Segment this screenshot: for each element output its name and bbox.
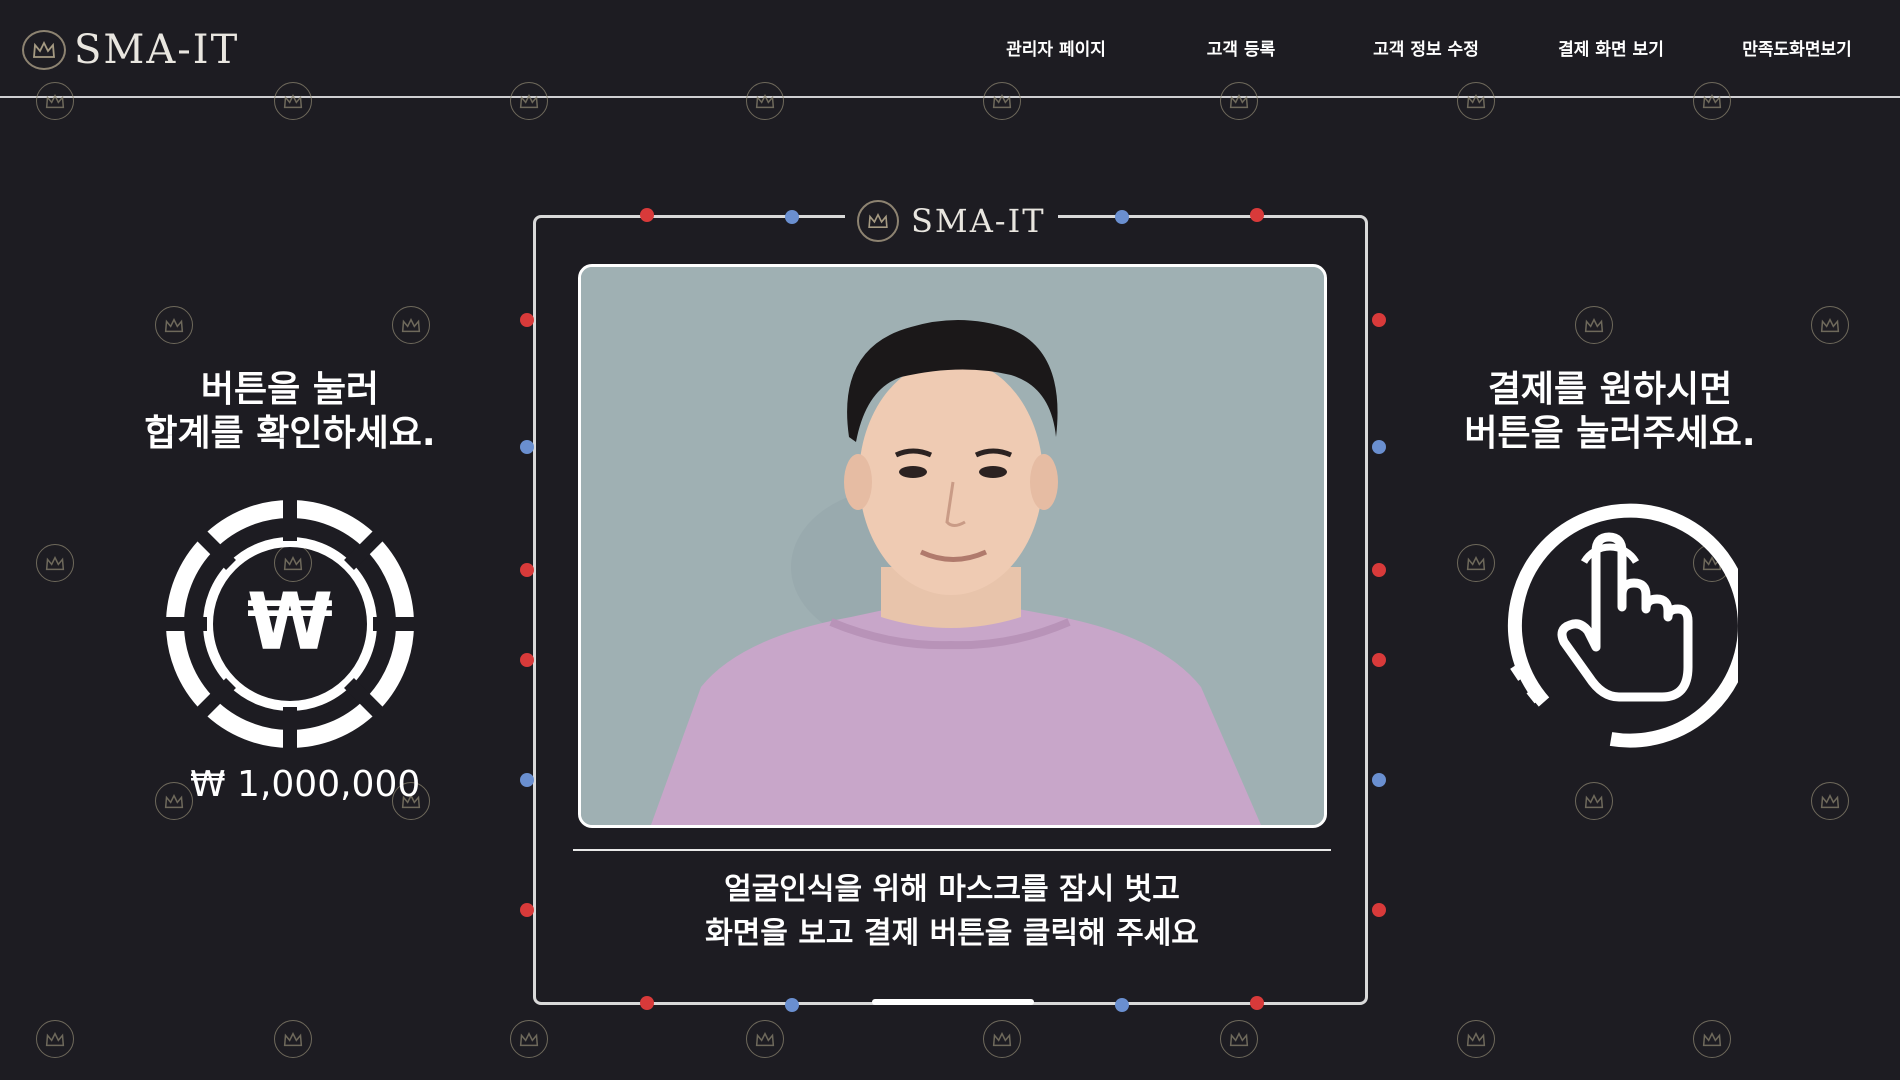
total-amount: ₩ 1,000,000 (190, 764, 421, 805)
left-title-line1: 버튼을 눌러 (200, 369, 380, 410)
scroll-indicator[interactable] (872, 999, 1034, 1005)
flower-ornament (785, 998, 799, 1012)
flower-ornament (1115, 998, 1129, 1012)
crown-icon (1693, 82, 1731, 120)
crown-icon (22, 30, 66, 70)
crown-icon (155, 782, 193, 820)
crown-icon (155, 306, 193, 344)
nav-admin-page[interactable]: 관리자 페이지 (1006, 35, 1106, 60)
caption-line2: 화면을 보고 결제 버튼을 클릭해 주세요 (705, 916, 1199, 951)
flower-ornament (1372, 440, 1386, 454)
crown-icon (1575, 782, 1613, 820)
flower-ornament (1372, 773, 1386, 787)
won-coin-icon[interactable]: ₩ (163, 497, 417, 755)
site-logo[interactable]: SMA-IT (22, 30, 239, 70)
crown-icon (36, 544, 74, 582)
crown-icon (746, 1020, 784, 1058)
flower-ornament (520, 313, 534, 327)
right-title: 결제를 원하시면 버튼을 눌러주세요. (1400, 368, 1820, 456)
flower-ornament (785, 210, 799, 224)
flower-ornament (520, 563, 534, 577)
caption-line1: 얼굴인식을 위해 마스크를 잠시 벗고 (724, 872, 1180, 907)
flower-ornament (1372, 653, 1386, 667)
flower-ornament (1372, 563, 1386, 577)
person-image (581, 267, 1324, 825)
flower-ornament (520, 903, 534, 917)
right-title-line2: 버튼을 눌러주세요. (1464, 413, 1756, 454)
flower-ornament (1372, 903, 1386, 917)
crown-icon (1457, 82, 1495, 120)
flower-ornament (640, 996, 654, 1010)
crown-icon (746, 82, 784, 120)
crown-icon (510, 82, 548, 120)
frame-logo-text: SMA-IT (911, 202, 1046, 240)
nav-customer-register[interactable]: 고객 등록 (1207, 35, 1275, 60)
crown-icon (1575, 306, 1613, 344)
crown-icon (36, 82, 74, 120)
flower-ornament (640, 208, 654, 222)
camera-feed (578, 264, 1327, 828)
crown-icon (983, 1020, 1021, 1058)
crown-icon (1220, 82, 1258, 120)
crown-icon (1811, 306, 1849, 344)
right-title-line1: 결제를 원하시면 (1487, 369, 1733, 410)
crown-icon (274, 1020, 312, 1058)
logo-text: SMA-IT (74, 27, 240, 73)
pay-button[interactable] (1484, 497, 1752, 755)
crown-icon (392, 306, 430, 344)
crown-icon (1811, 782, 1849, 820)
crown-icon (1693, 1020, 1731, 1058)
flower-ornament (1372, 313, 1386, 327)
frame-logo: SMA-IT (845, 200, 1058, 242)
instruction-caption: 얼굴인식을 위해 마스크를 잠시 벗고 화면을 보고 결제 버튼을 클릭해 주세… (573, 868, 1331, 956)
crown-icon (36, 1020, 74, 1058)
nav-payment-view[interactable]: 결제 화면 보기 (1558, 35, 1664, 60)
flower-ornament (520, 653, 534, 667)
crown-icon (274, 82, 312, 120)
flower-ornament (520, 440, 534, 454)
crown-icon (983, 82, 1021, 120)
crown-icon (510, 1020, 548, 1058)
crown-icon (1220, 1020, 1258, 1058)
flower-ornament (1250, 208, 1264, 222)
caption-divider (573, 849, 1331, 851)
flower-ornament (520, 773, 534, 787)
crown-icon (1457, 1020, 1495, 1058)
left-title: 버튼을 눌러 합계를 확인하세요. (80, 368, 500, 456)
crown-icon (857, 200, 899, 242)
left-title-line2: 합계를 확인하세요. (144, 413, 436, 454)
nav-customer-edit[interactable]: 고객 정보 수정 (1373, 35, 1479, 60)
flower-ornament (1250, 996, 1264, 1010)
svg-text:₩: ₩ (247, 578, 333, 668)
nav-satisfaction-view[interactable]: 만족도화면보기 (1742, 35, 1851, 60)
flower-ornament (1115, 210, 1129, 224)
tap-hand-icon (1507, 503, 1752, 748)
